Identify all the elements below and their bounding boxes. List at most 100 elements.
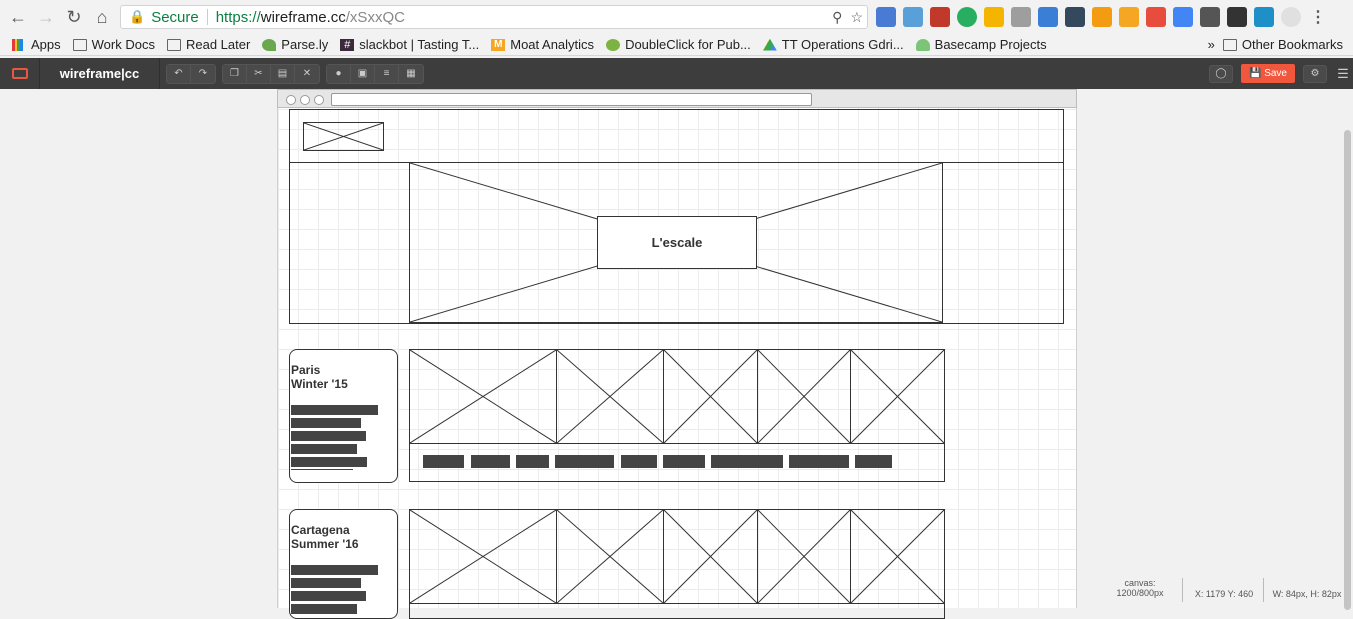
window-dot-icon [314, 95, 324, 105]
extension-translate-icon[interactable] [1173, 7, 1193, 27]
comment-icon[interactable]: ◯ [1208, 64, 1233, 83]
text-placeholder-bar [291, 457, 367, 467]
gallery-image-placeholder[interactable] [850, 349, 945, 444]
extension-book-icon[interactable] [930, 7, 950, 27]
status-divider [1263, 578, 1264, 602]
parsely-icon [262, 38, 277, 51]
url-host: wireframe.cc [260, 8, 346, 26]
text-placeholder-bar [291, 578, 361, 588]
bookmark-label: Work Docs [91, 37, 155, 52]
hamburger-menu-icon[interactable]: ☰ [1333, 66, 1353, 82]
trip-card[interactable]: Paris Winter '15 [289, 349, 398, 483]
delete-icon[interactable]: ✕ [295, 64, 319, 83]
save-button[interactable]: 💾 Save [1240, 64, 1295, 83]
extension-chart-icon[interactable] [1011, 7, 1031, 27]
gallery-image-placeholder[interactable] [556, 349, 664, 444]
undo-icon[interactable]: ↶ [167, 64, 191, 83]
cut-icon[interactable]: ✂ [247, 64, 271, 83]
window-dot-icon [300, 95, 310, 105]
paste-icon[interactable]: ▤ [271, 64, 295, 83]
status-divider [1182, 578, 1183, 602]
tag-placeholder [423, 455, 464, 468]
extension-drive-icon[interactable] [984, 7, 1004, 27]
trip-card[interactable]: Cartagena Summer '16 [289, 509, 398, 619]
folder-icon [166, 38, 181, 51]
extension-evernote-icon[interactable] [957, 7, 977, 27]
home-icon[interactable]: ⌂ [88, 3, 116, 31]
star-icon[interactable]: ☆ [850, 9, 863, 26]
extension-office-icon[interactable] [1146, 7, 1166, 27]
text-placeholder-bar [291, 405, 378, 415]
bookmark-tt-operations[interactable]: TT Operations Gdri... [762, 37, 904, 52]
extension-dots-icon[interactable] [1065, 7, 1085, 27]
gallery-image-placeholder[interactable] [663, 349, 758, 444]
selection-size: W: 84px, H: 82px [1272, 589, 1342, 599]
other-bookmarks[interactable]: Other Bookmarks [1242, 37, 1343, 52]
back-arrow-icon[interactable]: ← [4, 3, 32, 31]
logo-placeholder[interactable] [303, 122, 384, 151]
app-menu-button[interactable] [0, 58, 40, 89]
extension-analytics-icon[interactable] [1092, 7, 1112, 27]
header-box[interactable] [289, 109, 1064, 163]
zoom-icon[interactable]: ⚲ [832, 9, 842, 26]
reload-icon[interactable]: ↻ [60, 3, 88, 31]
gallery-image-placeholder[interactable] [757, 509, 851, 604]
address-separator [206, 9, 208, 25]
forward-arrow-icon[interactable]: → [32, 3, 60, 31]
bookmark-moat[interactable]: M Moat Analytics [491, 37, 594, 52]
canvas-size-readout: canvas: 1200/800px [1100, 578, 1180, 598]
hero-title[interactable]: L'escale [597, 216, 757, 269]
gallery-image-placeholder[interactable] [757, 349, 851, 444]
bookmarks-overflow-button[interactable]: » [1208, 37, 1215, 52]
wireframe-browser-frame [277, 89, 1077, 108]
gallery-image-placeholder[interactable] [409, 509, 557, 604]
gallery-image-placeholder[interactable] [556, 509, 664, 604]
browser-window-icon [11, 68, 28, 79]
copy-icon[interactable]: ❐ [223, 64, 247, 83]
extension-evernote-clip-icon[interactable] [1227, 7, 1247, 27]
group-icon[interactable]: ▦ [399, 64, 423, 83]
redo-icon[interactable]: ↷ [191, 64, 215, 83]
save-label: Save [1264, 68, 1287, 79]
extension-circle-icon[interactable] [1281, 7, 1301, 27]
bookmark-read-later[interactable]: Read Later [166, 37, 250, 52]
extension-calendar-icon[interactable] [876, 7, 896, 27]
extension-notification-icon[interactable] [1038, 7, 1058, 27]
bookmark-slackbot[interactable]: # slackbot | Tasting T... [340, 37, 479, 52]
bookmark-parsely[interactable]: Parse.ly [262, 37, 328, 52]
gallery-image-placeholder[interactable] [663, 509, 758, 604]
address-bar[interactable]: 🔒 Secure https:// wireframe.cc /xSxxQC ⚲… [120, 5, 868, 29]
trip-title: Paris Winter '15 [291, 363, 348, 391]
folder-icon [72, 38, 87, 51]
extension-moat-icon[interactable] [1119, 7, 1139, 27]
bookmark-apps[interactable]: Apps [12, 37, 61, 52]
window-dot-icon [286, 95, 296, 105]
bring-front-icon[interactable]: ▣ [351, 64, 375, 83]
bookmark-doubleclick[interactable]: DoubleClick for Pub... [606, 37, 751, 52]
chrome-menu-icon[interactable]: ⋮ [1308, 7, 1328, 27]
text-placeholder-bar [291, 444, 357, 454]
arrange-group: ● ▣ ≡ ▦ [326, 63, 424, 84]
tag-placeholder [789, 455, 849, 468]
tag-placeholder [621, 455, 657, 468]
edit-group: ❐ ✂ ▤ ✕ [222, 63, 320, 84]
gallery-image-placeholder[interactable] [850, 509, 945, 604]
gallery-image-placeholder[interactable] [409, 349, 557, 444]
bookmarks-bar: Apps Work Docs Read Later Parse.ly # sla… [0, 34, 1353, 56]
extension-ct-icon[interactable] [1254, 7, 1274, 27]
bookmark-work-docs[interactable]: Work Docs [72, 37, 155, 52]
bookmark-label: slackbot | Tasting T... [359, 37, 480, 52]
scrollbar-thumb[interactable] [1344, 130, 1351, 610]
extension-mail-icon[interactable] [1200, 7, 1220, 27]
brand-logo: wireframe|cc [40, 58, 160, 89]
settings-icon[interactable]: ⚙ [1303, 64, 1327, 83]
bookmark-basecamp[interactable]: Basecamp Projects [915, 37, 1047, 52]
align-icon[interactable]: ≡ [375, 64, 399, 83]
extension-clipboard-icon[interactable] [903, 7, 923, 27]
lock-icon[interactable]: ● [327, 64, 351, 83]
wireframe-url-bar [331, 93, 812, 106]
canvas-status: canvas: 1200/800px X: 1179 Y: 460 W: 84p… [1100, 578, 1353, 608]
text-placeholder-bar [291, 565, 378, 575]
text-placeholder-line [291, 469, 353, 470]
tag-placeholder [711, 455, 783, 468]
